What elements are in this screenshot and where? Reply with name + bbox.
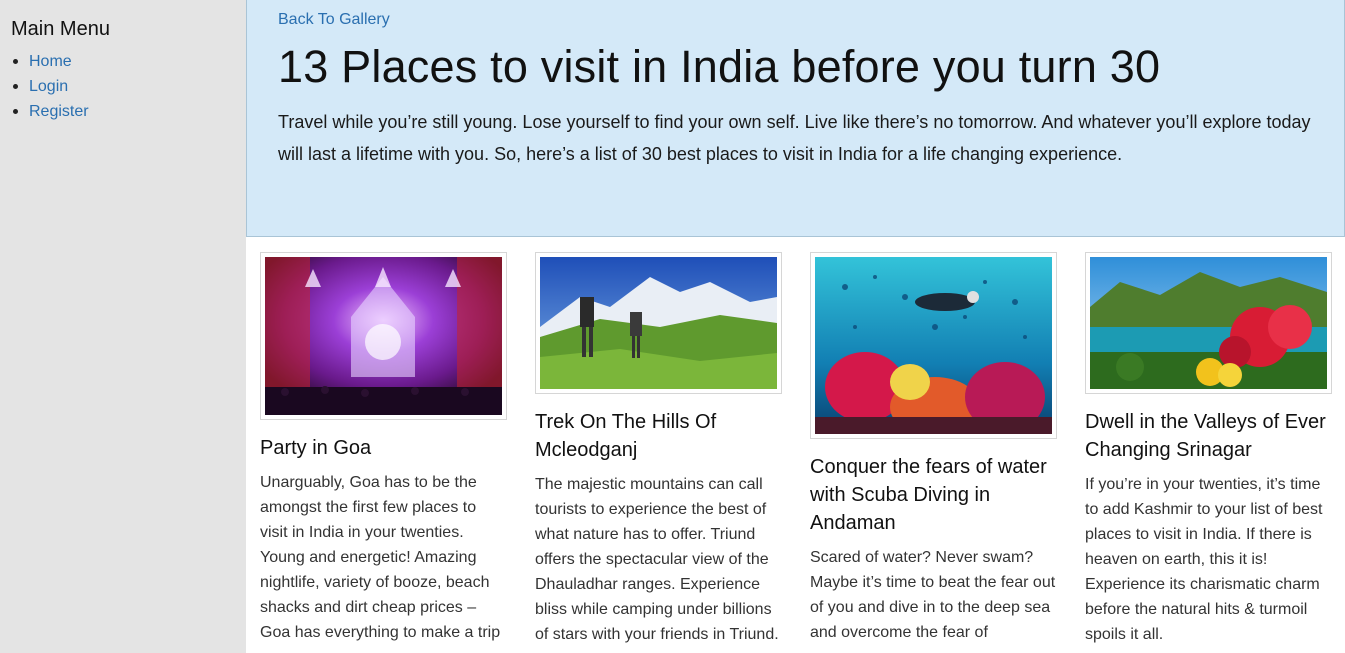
mountain-trekkers-image	[540, 257, 777, 389]
card-thumbnail[interactable]	[810, 252, 1057, 439]
place-card-mcleodganj: Trek On The Hills Of Mcleodganj The maje…	[535, 252, 782, 647]
sidebar-item-register: Register	[11, 99, 246, 124]
register-link[interactable]: Register	[29, 103, 89, 121]
card-description: Scared of water? Never swam? Maybe it’s …	[810, 549, 1056, 641]
sidebar: Main Menu Home Login Register	[0, 0, 246, 653]
place-card-srinagar: Dwell in the Valleys of Ever Changing Sr…	[1085, 252, 1332, 647]
sidebar-menu: Home Login Register	[11, 49, 246, 124]
card-title[interactable]: Dwell in the Valleys of Ever Changing Sr…	[1085, 408, 1332, 464]
back-to-gallery-link[interactable]: Back To Gallery	[278, 11, 1324, 31]
bullet-icon	[13, 84, 18, 89]
sidebar-title: Main Menu	[11, 18, 110, 40]
card-thumbnail[interactable]	[1085, 252, 1332, 394]
card-description: If you’re in your twenties, it’s time to…	[1085, 476, 1323, 643]
card-thumbnail[interactable]	[260, 252, 507, 420]
bullet-icon	[13, 59, 18, 64]
card-description: The majestic mountains can call tourists…	[535, 476, 779, 643]
place-card-andaman: Conquer the fears of water with Scuba Di…	[810, 252, 1057, 645]
bullet-icon	[13, 109, 18, 114]
card-thumbnail[interactable]	[535, 252, 782, 394]
sidebar-item-login: Login	[11, 74, 246, 99]
card-title[interactable]: Conquer the fears of water with Scuba Di…	[810, 453, 1057, 537]
page-title: 13 Places to visit in India before you t…	[278, 41, 1161, 92]
concert-stage-image	[265, 257, 502, 415]
scuba-reef-image	[815, 257, 1052, 434]
card-title[interactable]: Trek On The Hills Of Mcleodganj	[535, 408, 782, 464]
card-description: Unarguably, Goa has to be the amongst th…	[260, 474, 501, 641]
place-card-goa: Party in Goa Unarguably, Goa has to be t…	[260, 252, 507, 645]
card-title[interactable]: Party in Goa	[260, 434, 507, 462]
home-link[interactable]: Home	[29, 53, 72, 71]
login-link[interactable]: Login	[29, 78, 68, 96]
sidebar-item-home: Home	[11, 49, 246, 74]
valley-lake-image	[1090, 257, 1327, 389]
page-intro: Travel while you’re still young. Lose yo…	[278, 112, 1311, 164]
hero-header: Back To Gallery 13 Places to visit in In…	[246, 0, 1345, 237]
